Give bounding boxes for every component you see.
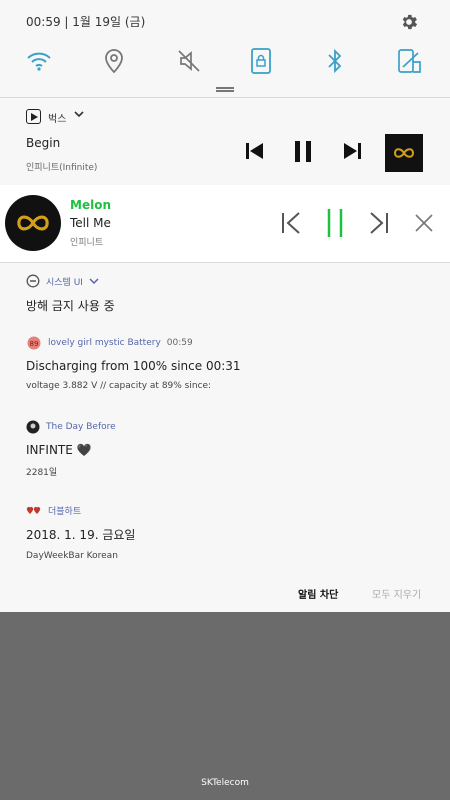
- album-art[interactable]: [5, 195, 61, 251]
- do-not-disturb-icon: [26, 274, 40, 288]
- play-app-icon: [26, 109, 41, 124]
- close-icon[interactable]: [414, 213, 434, 233]
- notification-title: Discharging from 100% since 00:31: [26, 359, 241, 373]
- artist-name: 인피니트: [70, 238, 104, 248]
- location-toggle[interactable]: [99, 44, 129, 78]
- notification-text: 2281일: [26, 468, 58, 478]
- pause-icon[interactable]: [326, 208, 344, 238]
- melon-media-notification[interactable]: Melon Tell Me 인피니트: [0, 185, 450, 262]
- bluetooth-toggle[interactable]: [320, 44, 350, 78]
- mute-icon: [178, 50, 200, 72]
- gear-icon[interactable]: [399, 12, 419, 32]
- clear-all-button[interactable]: 모두 지우기: [372, 586, 421, 601]
- notification-time: 00:59: [166, 338, 193, 348]
- screen-lock-icon: [251, 48, 271, 74]
- double-heart-icon: [26, 506, 41, 514]
- screen-rotation-toggle[interactable]: [246, 44, 276, 78]
- drag-handle[interactable]: [216, 87, 234, 92]
- notification-title: 2018. 1. 19. 금요일: [26, 528, 136, 542]
- chevron-down-icon[interactable]: [74, 110, 84, 121]
- notification-text: DayWeekBar Korean: [26, 551, 118, 561]
- notification-title: 방해 금지 사용 중: [26, 299, 115, 313]
- svg-text:89: 89: [30, 340, 39, 348]
- divider: [0, 262, 450, 263]
- song-title: Tell Me: [70, 216, 111, 230]
- data-toggle[interactable]: [394, 44, 424, 78]
- notification-app-name: The Day Before: [46, 422, 116, 432]
- time-date: 00:59 | 1월 19일 (금): [26, 15, 146, 29]
- signal-icon: [398, 49, 421, 73]
- infinity-logo-icon: [17, 215, 49, 231]
- location-icon: [105, 49, 123, 74]
- wifi-icon: [27, 52, 51, 71]
- notification-app-name: 더블하트: [48, 506, 82, 517]
- status-bar: 00:59 | 1월 19일 (금): [0, 0, 450, 42]
- notification-double-heart[interactable]: 더블하트 2018. 1. 19. 금요일 DayWeekBar Korean: [26, 502, 436, 562]
- quick-settings: [0, 44, 450, 80]
- bugs-media-notification[interactable]: 벅스 Begin 인피니트(Infinite): [0, 98, 450, 184]
- song-title: Begin: [26, 136, 61, 150]
- battery-app-icon: 89: [27, 336, 41, 350]
- wifi-toggle[interactable]: [24, 44, 54, 78]
- previous-icon[interactable]: [280, 211, 302, 235]
- carrier-label: SKTelecom: [201, 778, 249, 788]
- notification-app-name: lovely girl mystic Battery: [48, 338, 161, 348]
- previous-icon[interactable]: [243, 140, 265, 162]
- notification-system-ui[interactable]: 시스템 UI 방해 금지 사용 중: [26, 273, 436, 314]
- notification-battery[interactable]: 89 lovely girl mystic Battery 00:59 Disc…: [26, 335, 436, 391]
- pause-icon[interactable]: [292, 140, 314, 162]
- notification-app-name: 시스템 UI: [46, 277, 83, 288]
- next-icon[interactable]: [368, 211, 390, 235]
- next-icon[interactable]: [342, 140, 364, 162]
- chevron-down-icon[interactable]: [89, 277, 99, 285]
- notification-title: INFINTE 🖤: [26, 443, 92, 457]
- bluetooth-icon: [328, 48, 342, 74]
- artist-name: 인피니트(Infinite): [26, 163, 98, 173]
- infinity-logo-icon: [393, 148, 415, 158]
- app-name: 벅스: [48, 114, 67, 125]
- notification-text: voltage 3.882 V // capacity at 89% since…: [26, 381, 212, 391]
- notification-day-before[interactable]: The Day Before INFINTE 🖤 2281일: [26, 419, 436, 478]
- melon-brand: Melon: [70, 198, 111, 212]
- block-notifications-button[interactable]: 알림 차단: [298, 586, 338, 601]
- album-art[interactable]: [385, 134, 423, 172]
- day-before-app-icon: [26, 420, 40, 434]
- sound-toggle[interactable]: [174, 44, 204, 78]
